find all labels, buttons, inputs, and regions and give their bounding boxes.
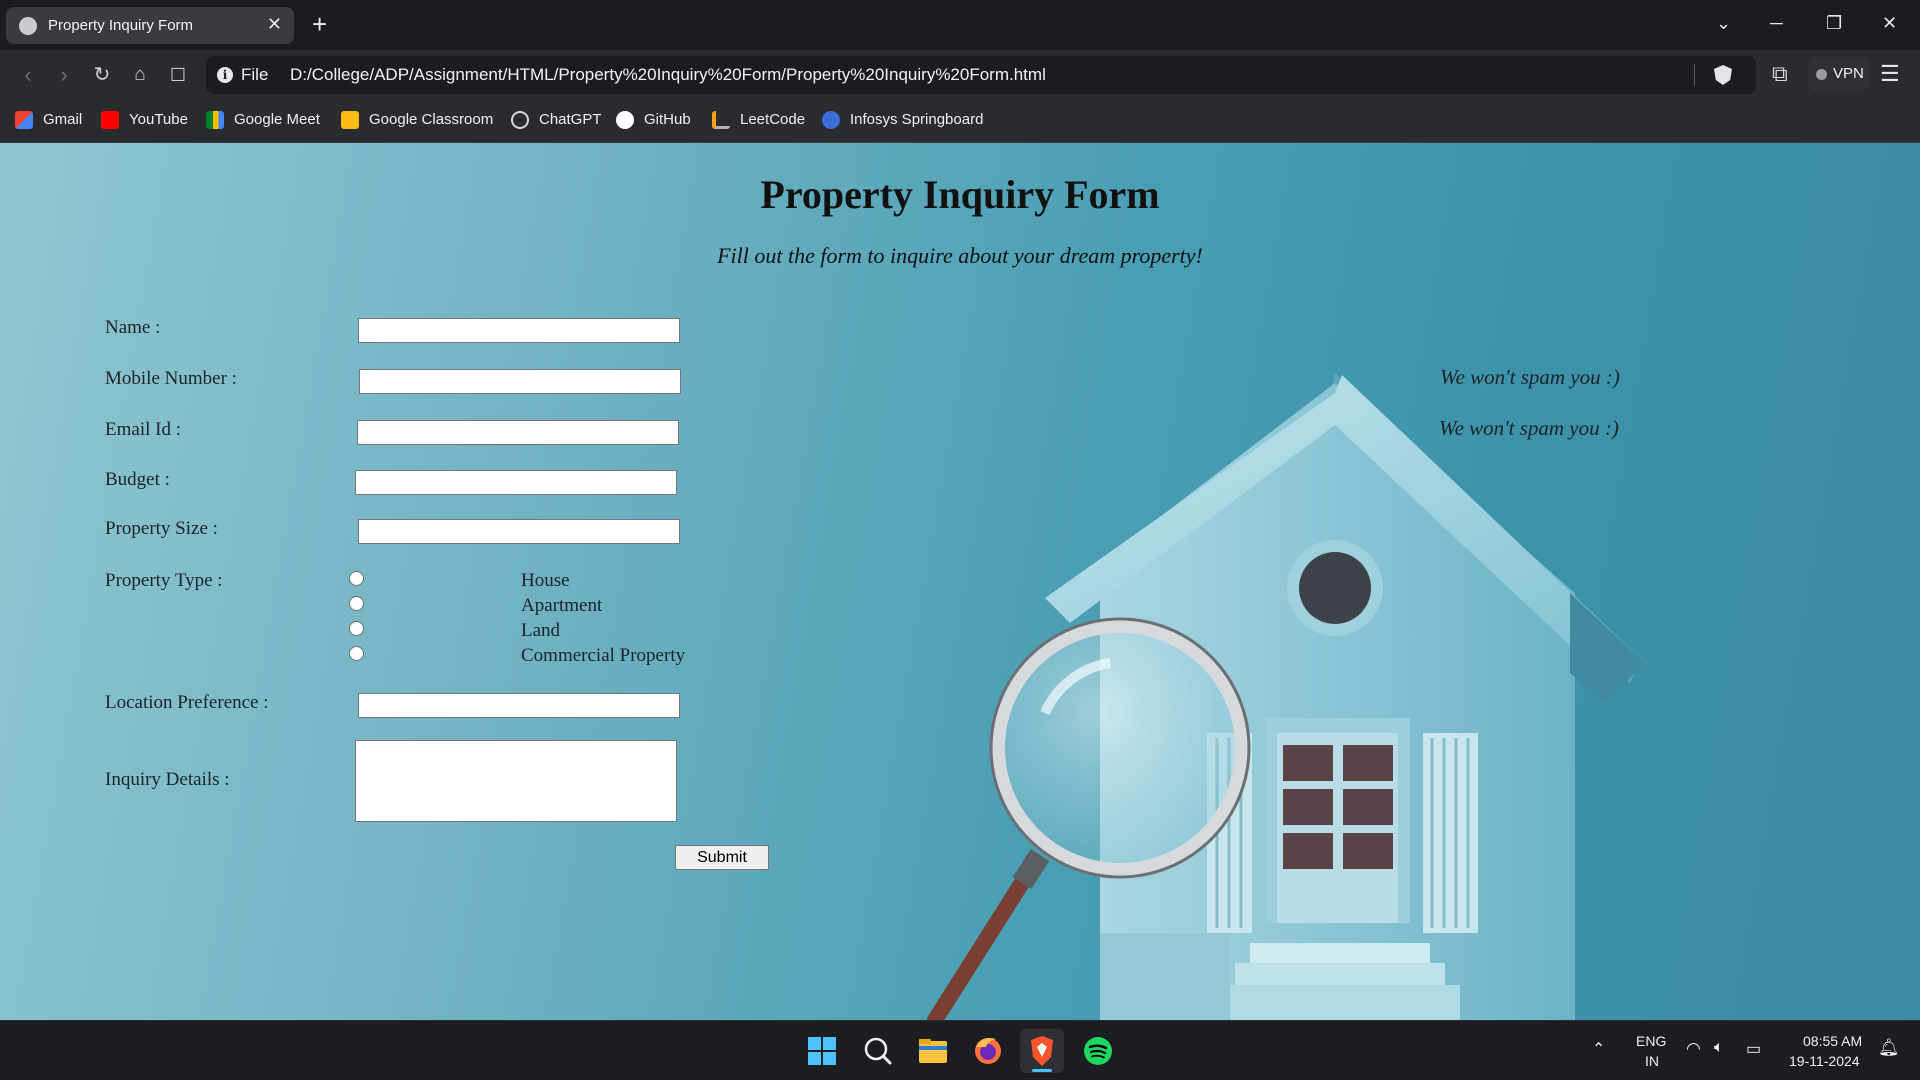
region-indicator: IN <box>1645 1053 1659 1069</box>
minimize-button[interactable]: ─ <box>1770 12 1783 34</box>
bookmark-label: Infosys Springboard <box>850 111 984 128</box>
gmail-icon <box>15 111 33 129</box>
mobile-input[interactable] <box>359 369 681 394</box>
search-icon[interactable] <box>856 1029 900 1073</box>
globe-icon <box>19 17 37 35</box>
close-window-button[interactable]: ✕ <box>1882 12 1897 34</box>
bookmark-button[interactable]: ☐ <box>164 62 192 88</box>
tab-active[interactable]: Property Inquiry Form ✕ <box>6 7 294 44</box>
address-bar[interactable]: i File D:/College/ADP/Assignment/HTML/Pr… <box>206 56 1756 94</box>
tab-list-icon[interactable]: ⌄ <box>1716 12 1731 34</box>
email-label: Email Id : <box>105 419 181 440</box>
page-title: Property Inquiry Form <box>760 172 1160 217</box>
bookmark-label: Google Classroom <box>369 111 494 128</box>
page-subtitle: Fill out the form to inquire about your … <box>717 243 1203 268</box>
vpn-status-icon <box>1816 69 1827 80</box>
info-icon[interactable]: i <box>217 67 233 83</box>
scheme-label: File <box>241 65 269 84</box>
property-size-input[interactable] <box>358 519 680 544</box>
leetcode-icon <box>712 111 730 129</box>
home-button[interactable]: ⌂ <box>126 62 154 88</box>
radio-commercial-property[interactable] <box>349 646 364 661</box>
name-input[interactable] <box>358 318 680 343</box>
volume-icon[interactable]: 🔈︎ <box>1714 1039 1724 1057</box>
brave-icon[interactable] <box>1020 1029 1064 1073</box>
location-input[interactable] <box>358 693 680 718</box>
bookmark-label: GitHub <box>644 111 691 128</box>
clock-date: 19-11-2024 <box>1789 1053 1860 1069</box>
show-hidden-icons-icon[interactable]: ⌃ <box>1592 1039 1605 1059</box>
new-tab-button[interactable]: + <box>312 10 327 38</box>
forward-button[interactable]: › <box>50 62 78 88</box>
youtube-icon <box>101 111 119 129</box>
google-classroom-icon <box>341 111 359 129</box>
email-spam-note: We won't spam you :) <box>1439 416 1619 440</box>
radio-label-land: Land <box>521 620 561 641</box>
back-button[interactable]: ‹ <box>14 62 42 88</box>
vpn-button[interactable]: VPN <box>1808 57 1870 91</box>
bookmark-label: LeetCode <box>740 111 806 128</box>
bookmark-label: Google Meet <box>234 111 320 128</box>
inquiry-details-textarea[interactable] <box>355 740 677 822</box>
clock-time[interactable]: 08:55 AM <box>1803 1033 1862 1049</box>
brave-shield-icon[interactable] <box>1714 65 1732 85</box>
mobile-spam-note: We won't spam you :) <box>1440 365 1620 389</box>
house-magnifier-illustration <box>927 373 1645 1020</box>
radio-label-house: House <box>521 570 570 591</box>
location-label: Location Preference : <box>105 692 269 713</box>
mobile-label: Mobile Number : <box>105 368 237 389</box>
bookmark-label: Gmail <box>43 111 83 128</box>
file-explorer-icon[interactable] <box>911 1029 955 1073</box>
bookmarks-bar: Gmail YouTube Google Meet Google Classro… <box>0 100 1920 143</box>
radio-house[interactable] <box>349 571 364 586</box>
page-content: Property Inquiry Form Fill out the form … <box>0 143 1920 1020</box>
infosys-springboard-icon <box>822 111 840 129</box>
vpn-label: VPN <box>1833 65 1864 82</box>
submit-button[interactable]: Submit <box>675 845 769 870</box>
language-indicator[interactable]: ENG <box>1636 1033 1666 1049</box>
property-size-label: Property Size : <box>105 518 218 539</box>
extensions-icon[interactable]: ⧉ <box>1772 61 1788 87</box>
budget-label: Budget : <box>105 469 170 490</box>
tab-title: Property Inquiry Form <box>48 17 194 34</box>
spotify-icon[interactable] <box>1076 1029 1120 1073</box>
inquiry-details-label: Inquiry Details : <box>105 769 230 790</box>
chatgpt-icon <box>511 111 529 129</box>
navigation-bar: ‹ › ↻ ⌂ ☐ i File D:/College/ADP/Assignme… <box>0 50 1920 100</box>
budget-input[interactable] <box>355 470 677 495</box>
github-icon <box>616 111 634 129</box>
wifi-icon[interactable]: ◠ <box>1686 1039 1701 1059</box>
firefox-icon[interactable] <box>966 1029 1010 1073</box>
name-label: Name : <box>105 317 161 338</box>
battery-icon[interactable]: ▭ <box>1746 1039 1761 1059</box>
divider <box>1694 64 1695 86</box>
url-text[interactable]: D:/College/ADP/Assignment/HTML/Property%… <box>290 65 1046 85</box>
email-input[interactable] <box>357 420 679 445</box>
property-type-label: Property Type : <box>105 570 223 591</box>
reload-button[interactable]: ↻ <box>88 62 116 88</box>
menu-icon[interactable]: ☰ <box>1880 61 1900 87</box>
tab-bar: Property Inquiry Form ✕ + ⌄ ─ ❐ ✕ <box>0 0 1920 50</box>
bookmark-label: ChatGPT <box>539 111 602 128</box>
radio-apartment[interactable] <box>349 596 364 611</box>
bookmark-label: YouTube <box>129 111 188 128</box>
radio-label-commercial-property: Commercial Property <box>521 645 686 666</box>
restore-button[interactable]: ❐ <box>1826 12 1842 34</box>
radio-label-apartment: Apartment <box>521 595 603 616</box>
radio-land[interactable] <box>349 621 364 636</box>
tab-close-icon[interactable]: ✕ <box>267 14 282 34</box>
google-meet-icon <box>206 111 224 129</box>
taskbar: ⌃ ENG IN ◠ 🔈︎ ▭ 08:55 AM 19-11-2024 🔔︎ <box>0 1020 1920 1080</box>
windows-start-icon[interactable] <box>800 1029 844 1073</box>
notification-bell-icon[interactable]: 🔔︎ <box>1878 1038 1900 1058</box>
